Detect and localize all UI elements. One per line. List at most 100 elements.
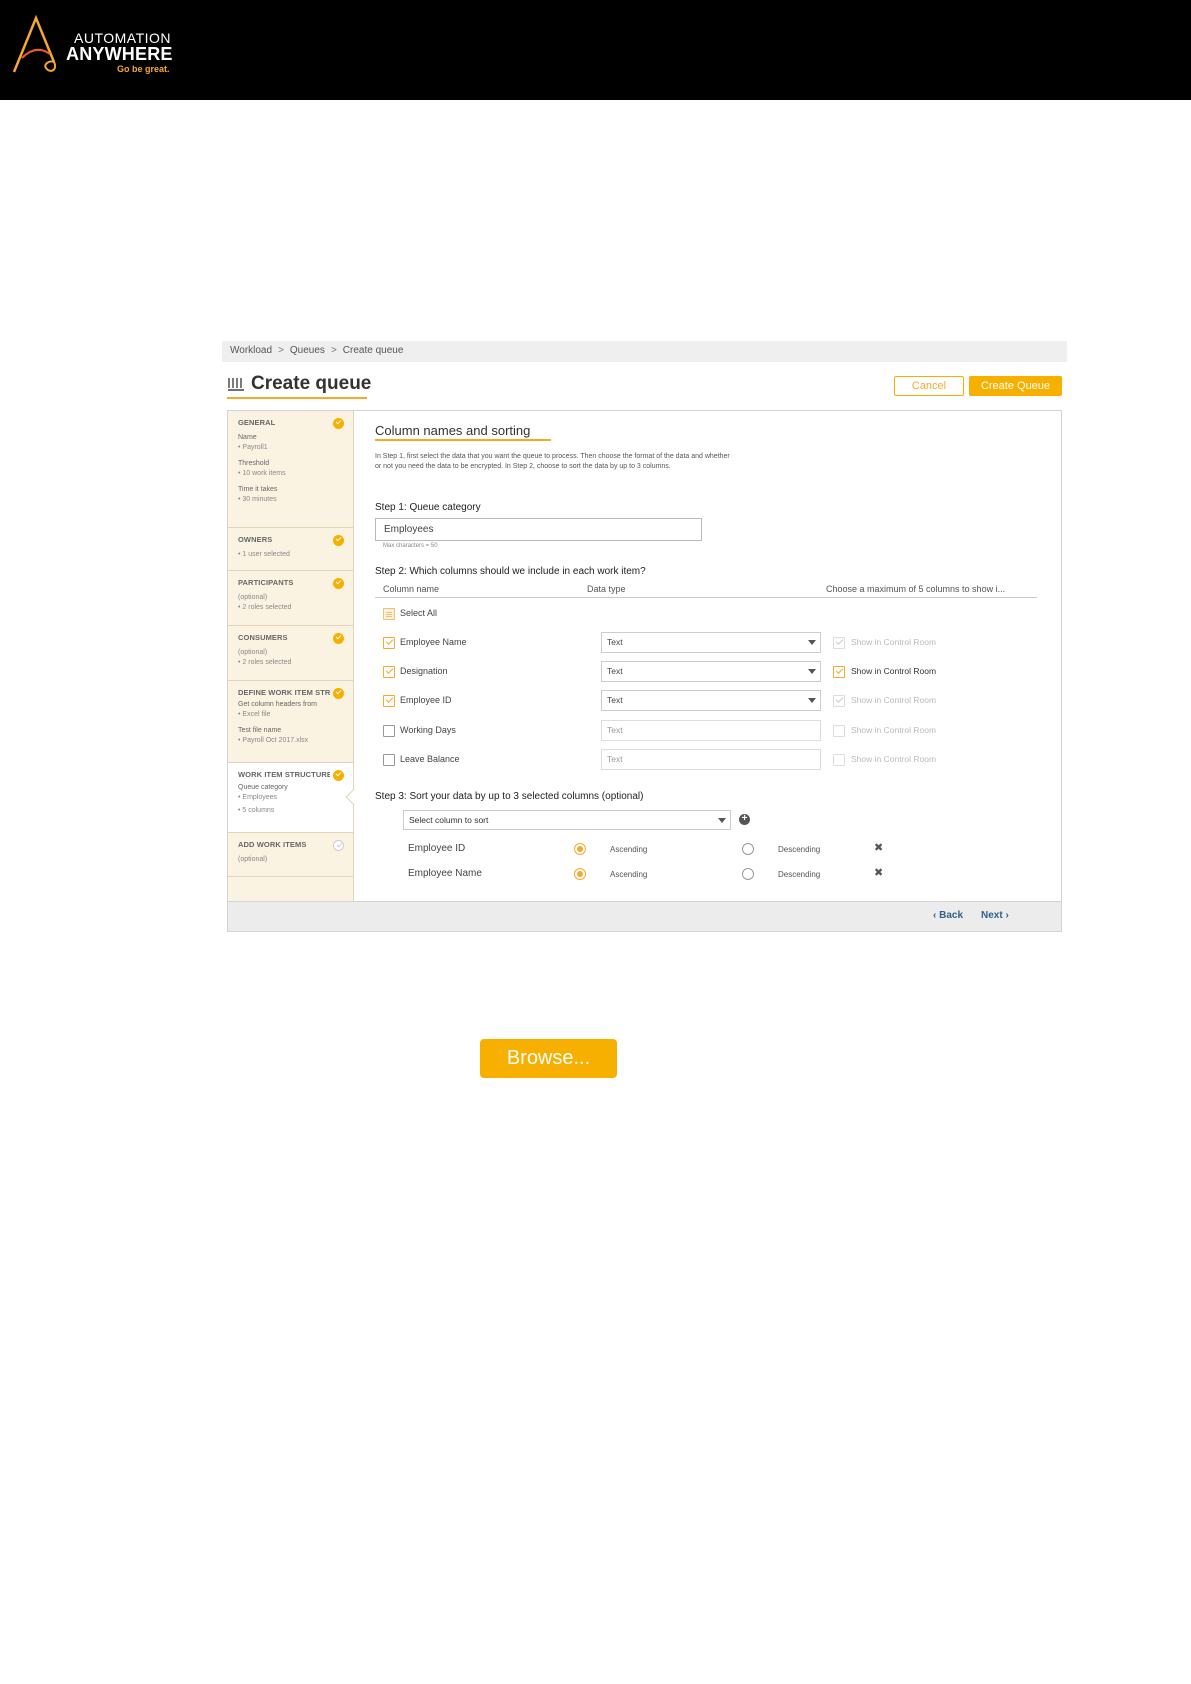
include-column-checkbox[interactable] <box>383 695 395 707</box>
column-name: Designation <box>400 666 448 676</box>
sidebar-item-participants[interactable]: PARTICIPANTS (optional) • 2 roles select… <box>228 571 353 626</box>
data-type-select[interactable]: Text <box>601 690 821 711</box>
sidebar-detail-value: • 2 roles selected <box>238 659 292 666</box>
include-column-checkbox[interactable] <box>383 666 395 678</box>
logo-line2: ANYWHERE <box>66 44 173 64</box>
data-type-select[interactable]: Text <box>601 720 821 741</box>
section-title: Column names and sorting <box>375 423 531 438</box>
include-column-checkbox[interactable] <box>383 725 395 737</box>
add-sort-icon[interactable]: + <box>739 814 750 825</box>
show-in-control-room-checkbox[interactable] <box>833 725 845 737</box>
step3-label: Step 3: Sort your data by up to 3 select… <box>375 791 644 802</box>
logo-tagline: Go be great. <box>117 64 170 74</box>
sidebar-item-label: GENERAL <box>238 418 276 427</box>
breadcrumb-queues[interactable]: Queues <box>290 345 325 358</box>
step-content: Column names and sorting In Step 1, firs… <box>355 411 1061 901</box>
sidebar-item-owners[interactable]: OWNERS • 1 user selected <box>228 528 353 571</box>
remove-sort-icon[interactable]: ✖ <box>874 866 883 879</box>
sidebar-detail-value: • 10 work items <box>238 470 286 477</box>
show-in-control-room-checkbox[interactable] <box>833 695 845 707</box>
show-in-control-room-label: Show in Control Room <box>851 666 937 676</box>
next-button[interactable]: Next › <box>981 910 1009 921</box>
sidebar-item-general[interactable]: GENERAL Name • Payroll1 Threshold • 10 w… <box>228 411 353 528</box>
queue-icon <box>228 378 244 391</box>
sidebar-item-label: OWNERS <box>238 535 273 544</box>
caret-down-icon <box>808 698 816 703</box>
show-in-control-room-checkbox[interactable] <box>833 666 845 678</box>
data-type-value: Text <box>607 666 623 676</box>
sidebar-detail-label: Queue category <box>238 784 288 791</box>
section-title-underline <box>375 439 551 441</box>
data-type-select[interactable]: Text <box>601 661 821 682</box>
wizard-footer: ‹ Back Next › <box>228 901 1061 931</box>
breadcrumb-workload[interactable]: Workload <box>230 345 272 358</box>
select-all-checkbox[interactable] <box>383 608 395 620</box>
include-column-checkbox[interactable] <box>383 637 395 649</box>
sidebar-item-work-item-structure[interactable]: WORK ITEM STRUCTURE Queue category • Emp… <box>228 763 363 833</box>
sidebar-item-define-structure[interactable]: DEFINE WORK ITEM STR... Get column heade… <box>228 681 353 763</box>
data-type-value: Text <box>607 695 623 705</box>
descending-label: Descending <box>778 870 821 879</box>
sidebar-detail-label: Threshold <box>238 460 270 467</box>
column-row: Working Days Text Show in Control Room <box>375 720 1037 742</box>
queue-category-input[interactable]: Employees <box>375 518 702 541</box>
sidebar-detail-label: Time it takes <box>238 486 278 493</box>
show-in-control-room-label: Show in Control Room <box>851 695 937 705</box>
descending-radio[interactable] <box>742 843 754 855</box>
step1-label: Step 1: Queue category <box>375 502 481 513</box>
sidebar-item-consumers[interactable]: CONSUMERS (optional) • 2 roles selected <box>228 626 353 681</box>
browse-button[interactable]: Browse... <box>480 1039 617 1078</box>
create-queue-button[interactable]: Create Queue <box>969 376 1062 396</box>
breadcrumb: Workload > Queues > Create queue <box>222 341 1067 362</box>
sort-column-select[interactable]: Select column to sort <box>403 810 731 830</box>
column-row: Employee ID Text Show in Control Room <box>375 690 1037 712</box>
cancel-button[interactable]: Cancel <box>894 376 964 396</box>
sidebar-detail-value: • Payroll1 <box>238 444 268 451</box>
sidebar-item-label: WORK ITEM STRUCTURE <box>238 770 330 779</box>
check-circle-icon <box>333 633 344 644</box>
column-name: Employee ID <box>400 695 452 705</box>
wizard-panel: GENERAL Name • Payroll1 Threshold • 10 w… <box>227 410 1062 932</box>
sidebar-detail-value: • 2 roles selected <box>238 604 292 611</box>
data-type-select[interactable]: Text <box>601 749 821 770</box>
sidebar-detail-label: Get column headers from <box>238 701 317 708</box>
back-button[interactable]: ‹ Back <box>933 910 963 921</box>
column-name: Leave Balance <box>400 754 460 764</box>
sidebar-item-label: DEFINE WORK ITEM STR... <box>238 688 330 697</box>
wizard-steps-sidebar: GENERAL Name • Payroll1 Threshold • 10 w… <box>228 411 363 901</box>
show-in-control-room-label: Show in Control Room <box>851 725 937 735</box>
show-in-control-room-checkbox[interactable] <box>833 637 845 649</box>
show-in-control-room-checkbox[interactable] <box>833 754 845 766</box>
descending-label: Descending <box>778 845 821 854</box>
select-all-label: Select All <box>400 608 438 618</box>
sidebar-item-label: ADD WORK ITEMS <box>238 840 307 849</box>
data-type-select[interactable]: Text <box>601 632 821 653</box>
sort-row: Employee Name Ascending Descending ✖ <box>375 866 1037 886</box>
ascending-radio[interactable] <box>574 868 586 880</box>
breadcrumb-separator: > <box>278 345 284 356</box>
sidebar-detail-value: • 5 columns <box>238 807 275 814</box>
data-type-value: Text <box>607 725 623 735</box>
step2-label: Step 2: Which columns should we include … <box>375 566 646 577</box>
data-type-header: Data type <box>587 584 626 594</box>
title-underline <box>227 397 367 399</box>
column-name: Working Days <box>400 725 456 735</box>
remove-sort-icon[interactable]: ✖ <box>874 841 883 854</box>
select-all-row: Select All <box>375 603 1037 625</box>
include-column-checkbox[interactable] <box>383 754 395 766</box>
sidebar-item-add-work-items[interactable]: ADD WORK ITEMS (optional) <box>228 833 353 877</box>
check-circle-icon <box>333 578 344 589</box>
sidebar-detail-value: • Employees <box>238 794 278 801</box>
sidebar-item-label: CONSUMERS <box>238 633 288 642</box>
check-circle-icon <box>333 535 344 546</box>
ascending-radio[interactable] <box>574 843 586 855</box>
create-queue-screen: Workload > Queues > Create queue Create … <box>222 341 1067 932</box>
caret-down-icon <box>808 640 816 645</box>
check-circle-icon <box>333 840 344 851</box>
column-row: Designation Text Show in Control Room <box>375 661 1037 683</box>
header-divider <box>375 597 1037 598</box>
intro-text: In Step 1, first select the data that yo… <box>375 453 730 470</box>
descending-radio[interactable] <box>742 868 754 880</box>
sidebar-detail-value: (optional) <box>238 594 268 601</box>
sort-select-placeholder: Select column to sort <box>409 815 489 825</box>
